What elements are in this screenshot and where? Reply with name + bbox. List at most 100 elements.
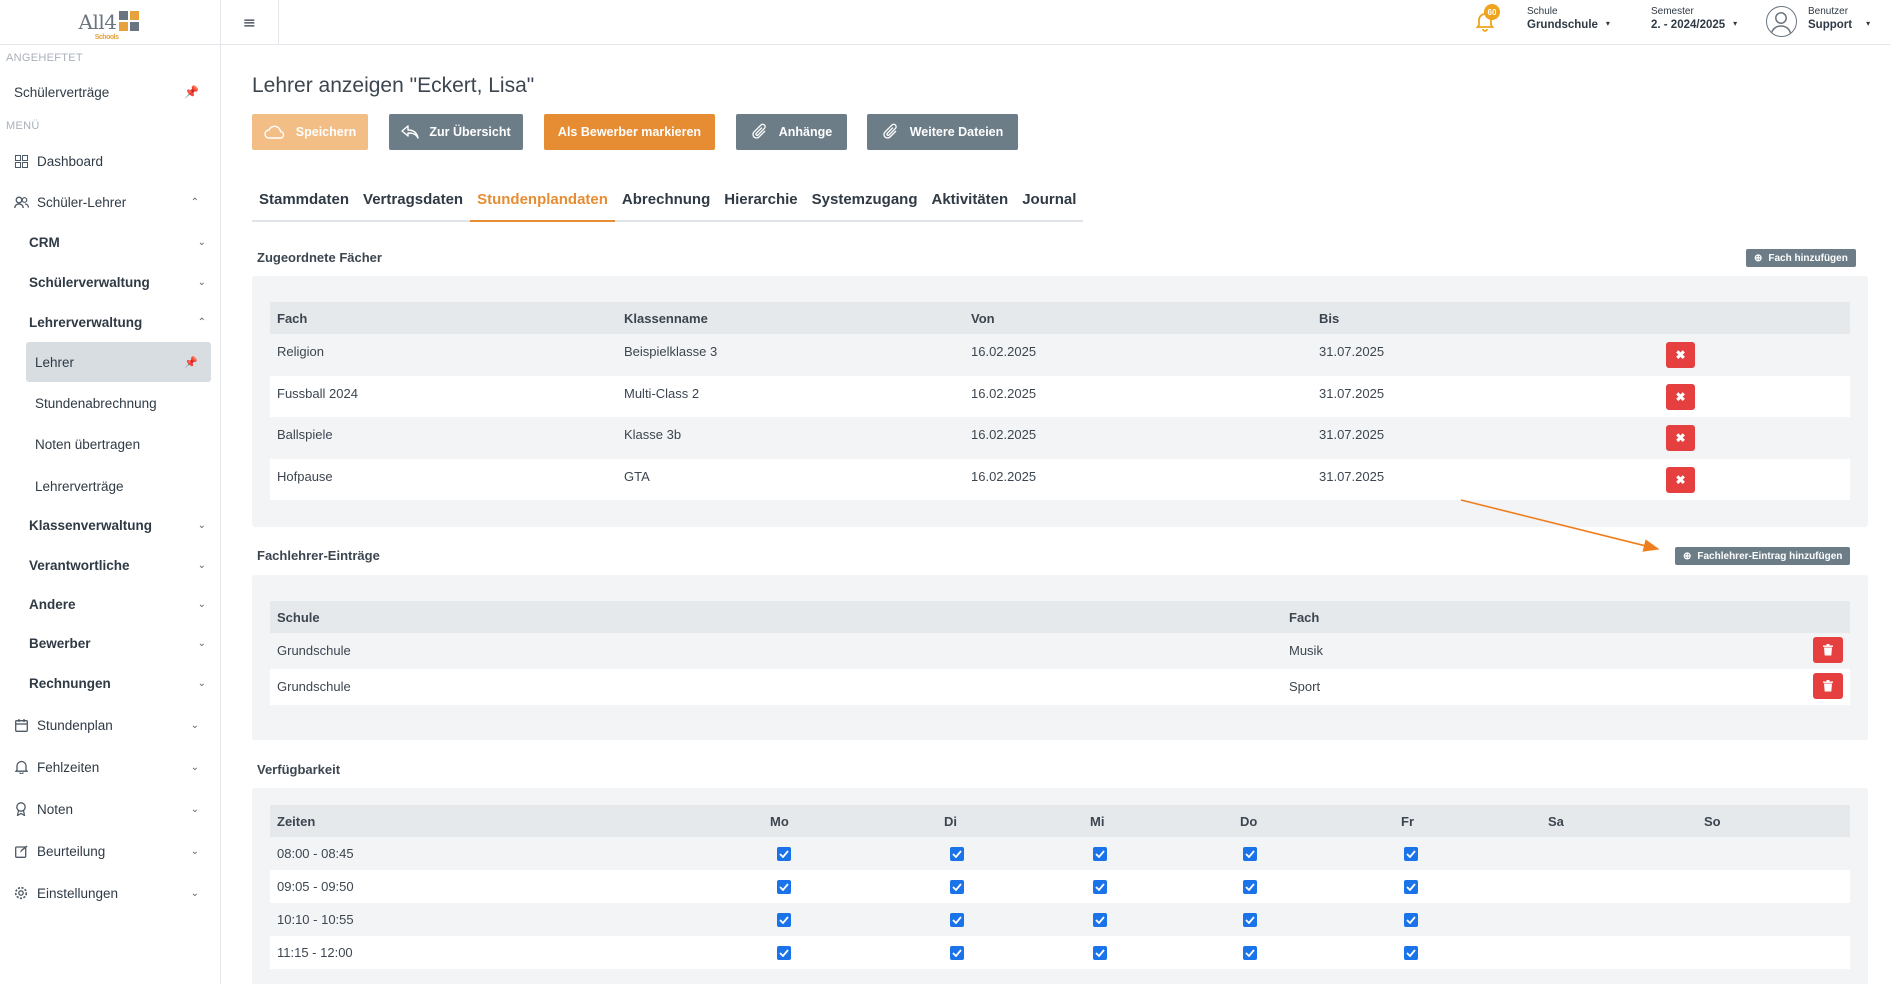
cell-von: 16.02.2025 xyxy=(971,427,1037,442)
checkbox-di[interactable] xyxy=(950,847,964,861)
user-avatar-icon[interactable] xyxy=(1766,6,1797,37)
save-button[interactable]: Speichern xyxy=(252,114,368,150)
delete-row-button[interactable]: ✖ xyxy=(1666,342,1695,368)
column-header-di: Di xyxy=(944,813,957,829)
sidebar-sub-label: Rechnungen xyxy=(29,676,111,691)
cell-fach: Ballspiele xyxy=(277,427,333,442)
hamburger-menu-icon[interactable]: ≡ xyxy=(221,0,279,45)
checkbox-mo[interactable] xyxy=(777,847,791,861)
checkbox-fr[interactable] xyxy=(1404,946,1418,960)
tab-journal[interactable]: Journal xyxy=(1015,186,1083,222)
checkbox-mo[interactable] xyxy=(777,880,791,894)
logo-area[interactable]: All4 Schools xyxy=(0,0,220,45)
checkbox-mi[interactable] xyxy=(1093,913,1107,927)
sidebar-item-schueler-lehrer[interactable]: Schüler-Lehrer ⌃ xyxy=(0,192,220,212)
cell-fach: Musik xyxy=(1289,643,1323,658)
tab-abrechnung[interactable]: Abrechnung xyxy=(615,186,717,222)
pin-icon[interactable]: 📌 xyxy=(184,85,199,99)
tab-hierarchie[interactable]: Hierarchie xyxy=(717,186,804,222)
checkbox-mo[interactable] xyxy=(777,913,791,927)
checkbox-di[interactable] xyxy=(950,913,964,927)
table-row: 09:05 - 09:50 xyxy=(270,870,1850,903)
checkbox-do[interactable] xyxy=(1243,946,1257,960)
checkbox-di[interactable] xyxy=(950,946,964,960)
checkbox-mi[interactable] xyxy=(1093,880,1107,894)
checkbox-mo[interactable] xyxy=(777,946,791,960)
sidebar-sub-schuelerverwaltung[interactable]: Schülerverwaltung ⌄ xyxy=(29,275,206,290)
sidebar-leaf-lehrer[interactable]: Lehrer 📌 xyxy=(26,342,211,382)
checkbox-fr[interactable] xyxy=(1404,913,1418,927)
checkmark-icon xyxy=(1245,850,1255,858)
chevron-up-icon: ⌃ xyxy=(197,317,206,328)
close-icon: ✖ xyxy=(1675,431,1686,445)
close-icon: ✖ xyxy=(1675,473,1686,487)
checkbox-mi[interactable] xyxy=(1093,946,1107,960)
delete-row-button[interactable]: ✖ xyxy=(1666,425,1695,451)
overview-button-label: Zur Übersicht xyxy=(429,125,511,139)
delete-row-button[interactable]: ✖ xyxy=(1666,467,1695,493)
checkbox-do[interactable] xyxy=(1243,913,1257,927)
checkbox-mi[interactable] xyxy=(1093,847,1107,861)
delete-row-button[interactable] xyxy=(1813,637,1843,663)
checkbox-fr[interactable] xyxy=(1404,847,1418,861)
calendar-icon xyxy=(13,717,29,733)
sidebar-item-beurteilung[interactable]: Beurteilung ⌄ xyxy=(0,841,220,861)
cell-fach: Fussball 2024 xyxy=(277,386,358,401)
sidebar-leaf-lehrervertraege[interactable]: Lehrerverträge xyxy=(35,479,124,494)
sidebar-sub-bewerber[interactable]: Bewerber ⌄ xyxy=(29,636,206,651)
cell-von: 16.02.2025 xyxy=(971,469,1037,484)
delete-row-button[interactable]: ✖ xyxy=(1666,384,1695,410)
cell-time: 08:00 - 08:45 xyxy=(277,846,354,861)
topbar: ≡ 60 Schule Grundschule ▾ Semester 2. - … xyxy=(221,0,1890,45)
checkbox-do[interactable] xyxy=(1243,880,1257,894)
logo-text: All4 Schools xyxy=(79,12,119,41)
delete-row-button[interactable] xyxy=(1813,673,1843,699)
overview-button[interactable]: Zur Übersicht xyxy=(389,114,523,150)
add-subject-teacher-button[interactable]: ⊕ Fachlehrer-Eintrag hinzufügen xyxy=(1675,547,1851,565)
chevron-down-icon: ⌄ xyxy=(197,638,206,649)
sidebar-item-dashboard[interactable]: Dashboard xyxy=(0,151,220,171)
tab-vertragsdaten[interactable]: Vertragsdaten xyxy=(356,186,470,222)
mark-applicant-button[interactable]: Als Bewerber markieren xyxy=(544,114,715,150)
pin-icon[interactable]: 📌 xyxy=(184,356,198,369)
sidebar-leaf-stundenabrechnung[interactable]: Stundenabrechnung xyxy=(35,396,157,411)
tab-stammdaten[interactable]: Stammdaten xyxy=(252,186,356,222)
school-selector[interactable]: Schule Grundschule ▾ xyxy=(1527,5,1610,33)
sidebar-leaf-noten-uebertragen[interactable]: Noten übertragen xyxy=(35,437,140,452)
checkmark-icon xyxy=(1095,883,1105,891)
sidebar-sub-crm[interactable]: CRM ⌄ xyxy=(29,235,206,250)
chevron-down-icon: ⌄ xyxy=(197,560,206,571)
sidebar-item-stundenplan[interactable]: Stundenplan ⌄ xyxy=(0,715,220,735)
tab-stundenplandaten[interactable]: Stundenplandaten xyxy=(470,186,615,222)
add-subject-button[interactable]: ⊕ Fach hinzufügen xyxy=(1746,249,1856,267)
page-title: Lehrer anzeigen "Eckert, Lisa" xyxy=(252,74,535,97)
attachments-button[interactable]: Anhänge xyxy=(736,114,847,150)
tab-systemzugang[interactable]: Systemzugang xyxy=(805,186,925,222)
sidebar-item-einstellungen[interactable]: Einstellungen ⌄ xyxy=(0,883,220,903)
sidebar-sub-lehrerverwaltung[interactable]: Lehrerverwaltung ⌃ xyxy=(29,315,206,330)
sidebar-sub-klassenverwaltung[interactable]: Klassenverwaltung ⌄ xyxy=(29,518,206,533)
sidebar-sub-andere[interactable]: Andere ⌄ xyxy=(29,597,206,612)
chevron-down-icon: ⌄ xyxy=(197,277,206,288)
brand-logo[interactable]: All4 Schools xyxy=(79,11,142,41)
checkbox-do[interactable] xyxy=(1243,847,1257,861)
tab-aktivitaeten[interactable]: Aktivitäten xyxy=(925,186,1016,222)
sidebar-sub-rechnungen[interactable]: Rechnungen ⌄ xyxy=(29,676,206,691)
checkbox-fr[interactable] xyxy=(1404,880,1418,894)
checkmark-icon xyxy=(1406,916,1416,924)
column-header-mo: Mo xyxy=(770,813,789,829)
sidebar-item-fehlzeiten[interactable]: Fehlzeiten ⌄ xyxy=(0,757,220,777)
sidebar-sub-verantwortliche[interactable]: Verantwortliche ⌄ xyxy=(29,558,206,573)
checkbox-di[interactable] xyxy=(950,880,964,894)
semester-selector[interactable]: Semester 2. - 2024/2025 ▾ xyxy=(1651,5,1737,33)
more-files-button[interactable]: Weitere Dateien xyxy=(867,114,1018,150)
sidebar-sub-label: CRM xyxy=(29,235,60,250)
sidebar-item-noten[interactable]: Noten ⌄ xyxy=(0,799,220,819)
cell-time: 11:15 - 12:00 xyxy=(277,945,353,960)
logo-sub-text: Schools xyxy=(94,34,119,41)
subjects-section-title: Zugeordnete Fächer xyxy=(257,250,382,265)
user-menu[interactable]: Benutzer Support ▾ xyxy=(1808,5,1870,33)
pinned-item-schuelervertraege[interactable]: Schülerverträge 📌 xyxy=(0,82,220,102)
chevron-down-icon: ⌄ xyxy=(197,520,206,531)
caret-down-icon: ▾ xyxy=(1733,19,1738,28)
